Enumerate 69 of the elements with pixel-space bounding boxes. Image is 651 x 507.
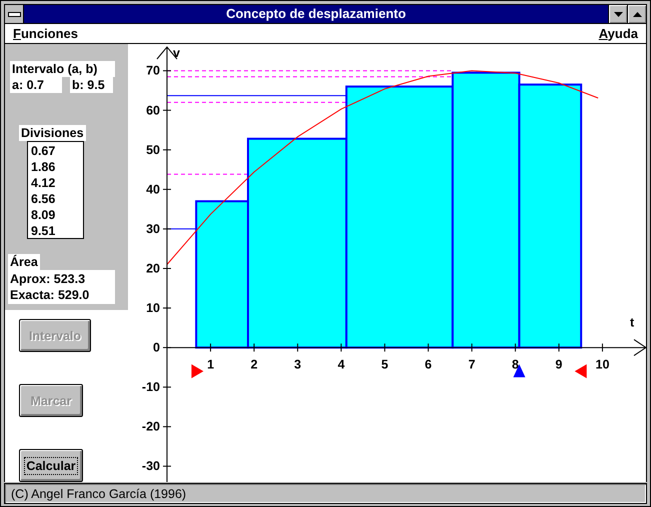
division-value: 0.67 (31, 143, 56, 159)
y-tick-label: 60 (146, 103, 160, 118)
menu-item[interactable]: Funciones (13, 24, 78, 43)
tick-mark (162, 110, 172, 111)
divisions-title: Divisiones (19, 125, 86, 141)
x-axis-label: t (630, 316, 634, 330)
up-triangle-icon (632, 12, 642, 16)
x-tick-label: 7 (468, 358, 476, 372)
action-button[interactable]: Calcular (19, 449, 83, 482)
area-title: Área (8, 254, 40, 270)
tick-mark (514, 343, 516, 352)
maximize-button[interactable] (627, 5, 646, 23)
tick-mark (162, 149, 172, 150)
tick-mark (254, 343, 255, 352)
division-value: 4.12 (31, 175, 56, 191)
system-menu-button[interactable] (5, 5, 24, 23)
y-tick-label: 10 (146, 301, 160, 316)
status-text: (C) Angel Franco García (1996) (11, 486, 186, 500)
tick-mark (428, 343, 429, 352)
tick-mark (162, 268, 172, 269)
division-value: 1.86 (31, 159, 56, 175)
tick-mark (340, 343, 342, 352)
division-value: 8.09 (31, 207, 56, 223)
tick-mark (162, 70, 172, 72)
tick-mark (384, 343, 386, 352)
tick-mark (558, 343, 560, 352)
exact-area-text: Exacta: 529.0 (10, 287, 90, 303)
tick-mark (162, 308, 172, 309)
x-tick-label: 1 (207, 358, 214, 372)
tick-mark (602, 343, 603, 352)
menu-item[interactable]: Ayuda (598, 24, 638, 43)
y-tick-label: 30 (146, 222, 160, 236)
window-title: Concepto de desplazamiento (225, 5, 407, 23)
tick-mark (297, 343, 298, 352)
x-tick-label: 3 (294, 358, 302, 372)
y-tick-label: -20 (142, 420, 160, 434)
x-tick-label: 4 (338, 358, 345, 372)
tick-mark (162, 426, 172, 428)
division-value: 6.56 (31, 191, 56, 207)
y-tick-label: 50 (146, 142, 160, 157)
limit-marker-icon[interactable] (191, 364, 204, 378)
interval-title: Intervalo (a, b) (10, 61, 115, 77)
y-tick-label: -10 (142, 380, 160, 394)
x-tick-label: 9 (555, 358, 562, 372)
tick-mark (210, 343, 212, 352)
y-tick-label: 20 (146, 261, 160, 276)
approx-area-text: Aprox: 523.3 (10, 271, 86, 287)
tick-mark (162, 347, 172, 348)
x-tick-label: 5 (381, 358, 388, 372)
tick-mark (162, 466, 172, 467)
tick-mark (162, 386, 172, 388)
y-tick-label: 70 (146, 64, 160, 78)
tick-mark (471, 343, 472, 352)
y-tick-label: 0 (153, 340, 160, 355)
x-tick-label: 6 (424, 358, 432, 372)
x-tick-label: 2 (250, 358, 258, 372)
limit-marker-icon[interactable] (574, 364, 587, 378)
interval-b-value: b: 9.5 (70, 77, 113, 93)
tick-mark (162, 188, 172, 190)
x-tick-label: 10 (596, 358, 610, 372)
y-axis-label: v (173, 46, 180, 60)
x-tick-label: 8 (512, 358, 519, 372)
tick-mark (162, 228, 172, 230)
y-tick-label: 40 (146, 182, 160, 196)
division-value: 9.51 (31, 223, 56, 239)
minimize-button[interactable] (608, 5, 627, 23)
down-triangle-icon (614, 12, 622, 16)
interval-a-value: a: 0.7 (10, 77, 62, 93)
y-tick-label: -30 (142, 459, 160, 474)
